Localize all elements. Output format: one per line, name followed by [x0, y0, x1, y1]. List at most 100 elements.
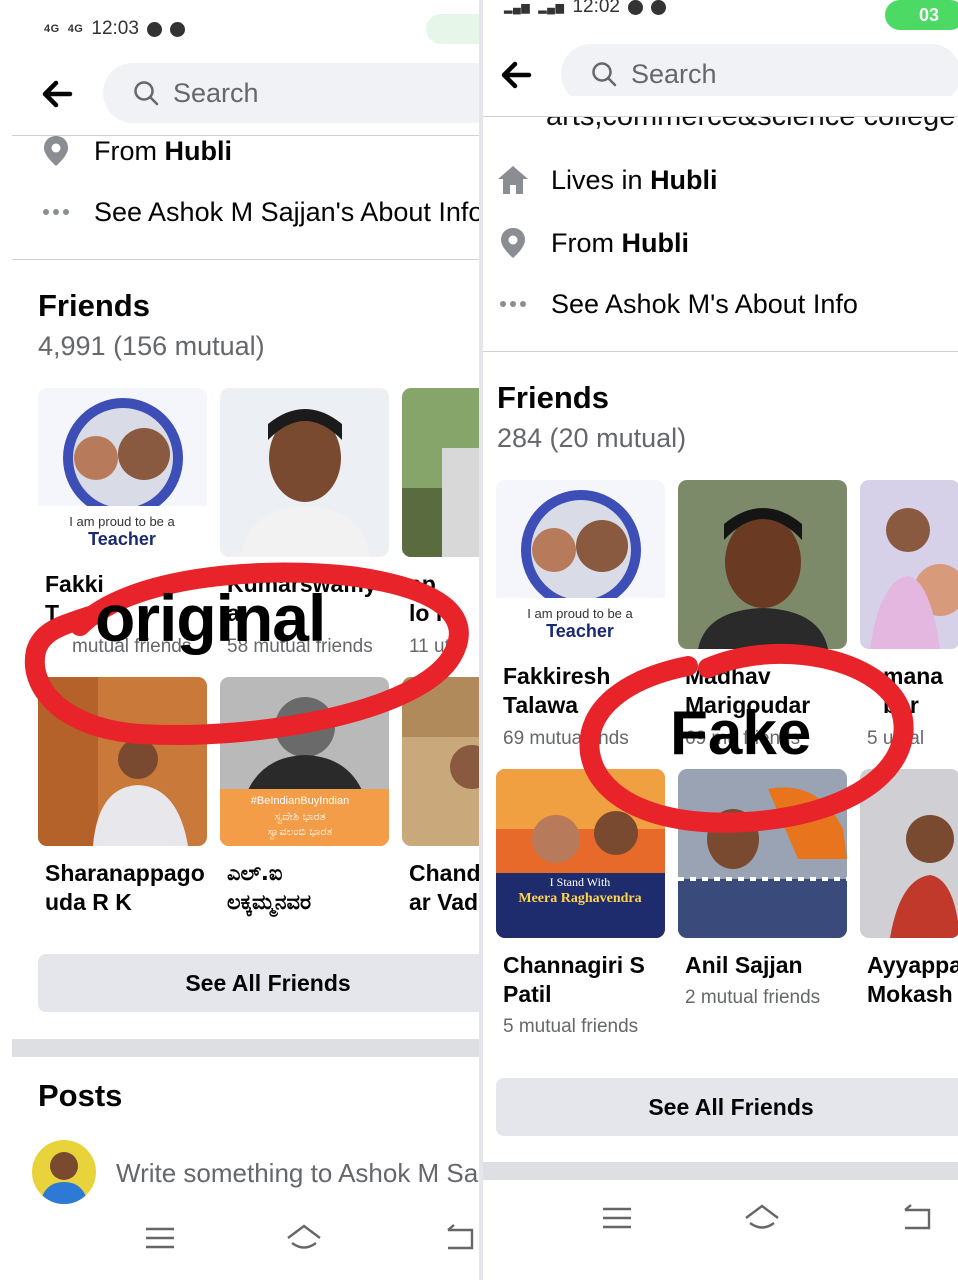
friend-name[interactable]: Channagiri S Patil [503, 951, 645, 1009]
original-profile-screenshot: 4G 4G 12:03 Search From Hubli See Ashok … [0, 0, 479, 1280]
from-label: From [94, 135, 157, 166]
status-bar: ▂▄▆ ▂▄▆ 12:02 [504, 0, 666, 22]
friend-name[interactable]: ap lo m [409, 570, 456, 628]
friend-mutual: 69 mutua ends [503, 728, 629, 749]
friend-name[interactable]: Chand ar Vad [409, 859, 479, 917]
status-time: 12:02 [572, 0, 620, 17]
avatar[interactable] [32, 1140, 96, 1204]
menu-icon[interactable] [140, 1218, 180, 1258]
photo-badge-text: ಸ್ವಾವಲಂಬಿ ಭಾರತ [268, 825, 333, 839]
network-indicator-2: 4G [67, 23, 84, 35]
system-nav-bar [0, 1210, 479, 1270]
search-placeholder: Search [173, 77, 259, 108]
lives-city-link[interactable]: Hubli [650, 165, 718, 196]
menu-icon[interactable] [597, 1198, 637, 1238]
friend-photo[interactable] [860, 480, 958, 649]
friend-name[interactable]: ಎಲ್.ಐ ಲಕ್ಕಮ್ಮನವರ [227, 859, 311, 917]
photo-caption-strong: Teacher [546, 621, 614, 641]
friend-photo[interactable] [402, 388, 479, 557]
photo-badge-text: #BeIndianBuyIndian [251, 795, 349, 807]
back-arrow-icon [42, 80, 73, 108]
home-icon[interactable] [284, 1218, 324, 1258]
section-separator [483, 1162, 958, 1180]
friends-title: Friends [38, 288, 150, 323]
from-row: From Hubli [38, 132, 232, 170]
network-indicator-2: ▂▄▆ [538, 1, 565, 14]
photo-caption: I Stand With [550, 875, 611, 889]
friend-photo[interactable]: I am proud to be a Teacher [496, 480, 665, 649]
posts-title: Posts [38, 1078, 123, 1113]
friends-count: 284 (20 mutual) [497, 423, 687, 453]
friend-mutual: 5 mutual friends [503, 1016, 639, 1037]
photo-caption: I am proud to be a [69, 514, 175, 529]
fake-label: Fake [670, 699, 812, 768]
search-input[interactable]: Search [561, 44, 958, 104]
back-button[interactable] [499, 55, 539, 95]
friend-photo[interactable] [678, 480, 847, 649]
friend-name[interactable]: Ayyappa Mokash [867, 951, 958, 1009]
back-nav-icon[interactable] [440, 1218, 479, 1258]
from-city-link[interactable]: Hubli [165, 136, 233, 167]
call-indicator[interactable] [426, 14, 479, 44]
about-info-label: See Ashok M Sajjan's About Info [94, 196, 479, 227]
friend-name[interactable]: Anil Sajjan [685, 951, 803, 980]
see-all-friends-button[interactable]: See All Friends [38, 954, 479, 1012]
app-notification-icon [146, 21, 162, 37]
friend-mutual: 11 ut [409, 636, 450, 657]
divider [12, 259, 479, 260]
status-time: 12:03 [91, 18, 139, 39]
friend-photo[interactable] [678, 769, 847, 938]
divider [483, 116, 958, 117]
friend-name[interactable]: Fakkiresh Talawa [503, 662, 610, 720]
friend-mutual: 2 mutual friends [685, 987, 821, 1008]
search-input[interactable]: Search [103, 63, 479, 123]
friend-name[interactable]: Sharanappago uda R K [45, 859, 205, 917]
friends-count: 4,991 (156 mutual) [38, 331, 265, 361]
status-bar: 4G 4G 12:03 [44, 14, 185, 44]
divider [483, 351, 958, 352]
photo-caption-strong: Teacher [88, 529, 156, 549]
see-all-friends-button[interactable]: See All Friends [496, 1078, 958, 1136]
about-info-label: See Ashok M's About Info [551, 288, 858, 319]
post-composer-input[interactable]: Write something to Ashok M Sa [116, 1158, 478, 1189]
call-timer: 03 [919, 5, 940, 25]
home-icon[interactable] [742, 1198, 782, 1238]
back-nav-icon[interactable] [897, 1198, 937, 1238]
from-city-link[interactable]: Hubli [622, 228, 690, 259]
friend-photo[interactable] [220, 388, 389, 557]
from-row: From Hubli [495, 223, 689, 263]
photo-caption: I am proud to be a [527, 606, 633, 621]
more-dots-icon [38, 194, 74, 230]
search-icon [134, 81, 159, 106]
from-label: From [551, 227, 614, 258]
friend-photo[interactable]: I Stand With Meera Raghavendra [496, 769, 665, 938]
home-house-icon [495, 162, 531, 198]
friend-mutual: 5 utual [867, 728, 925, 749]
friends-title: Friends [497, 380, 609, 415]
original-label: original [95, 581, 326, 655]
about-info-link[interactable]: See Ashok M Sajjan's About Info [38, 193, 479, 231]
more-dots-icon [495, 286, 531, 322]
network-indicator: ▂▄▆ [504, 1, 531, 14]
friend-name[interactable]: mana ber [883, 662, 943, 720]
network-indicator: 4G [44, 23, 60, 35]
location-pin-icon [495, 225, 531, 261]
friend-photo[interactable]: I am proud to be a Teacher [38, 388, 207, 557]
lives-in-row: Lives in Hubli [495, 160, 718, 200]
photo-caption-strong: Meera Raghavendra [518, 891, 641, 906]
section-separator [12, 1039, 479, 1057]
back-button[interactable] [40, 74, 80, 114]
friend-photo[interactable] [402, 677, 479, 846]
location-pin-icon [38, 133, 74, 169]
call-indicator[interactable]: 03 [885, 0, 958, 30]
search-icon [592, 62, 617, 87]
friend-photo[interactable] [38, 677, 207, 846]
system-nav-bar [483, 1188, 958, 1248]
lives-label: Lives in [551, 164, 643, 195]
back-arrow-icon [501, 61, 532, 89]
app-notification-icon-2 [169, 21, 185, 37]
friend-photo[interactable] [860, 769, 958, 938]
friend-photo[interactable]: #BeIndianBuyIndian ಸ್ವದೇಶಿ ಭಾರತ ಸ್ವಾವಲಂಬಿ … [220, 677, 389, 846]
photo-badge-text: ಸ್ವದೇಶಿ ಭಾರತ [274, 810, 325, 823]
about-info-link[interactable]: See Ashok M's About Info [495, 284, 858, 324]
